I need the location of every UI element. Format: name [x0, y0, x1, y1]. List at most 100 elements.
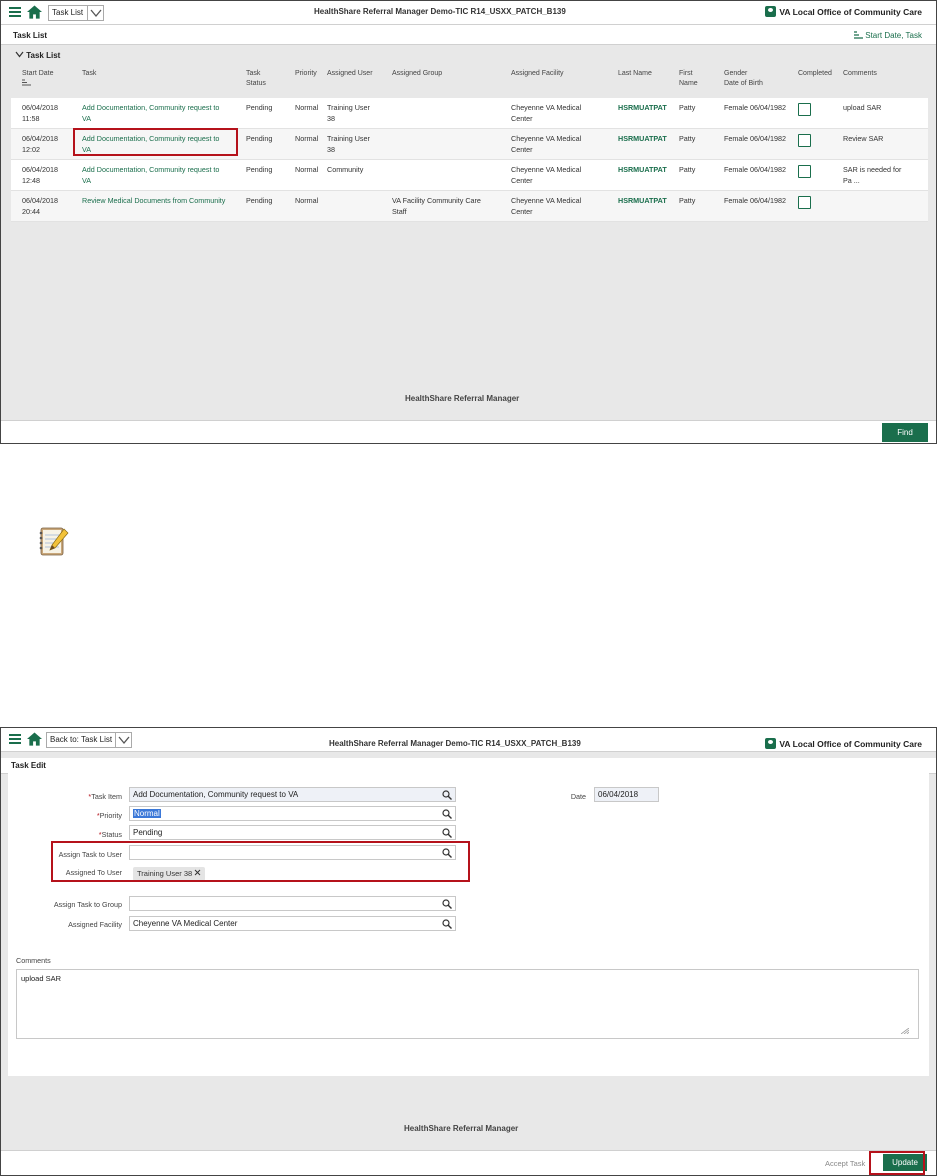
top-bar: Task List HealthShare Referral Manager D…: [1, 1, 936, 25]
app-title: HealthShare Referral Manager Demo-TIC R1…: [314, 7, 566, 16]
accept-task-button[interactable]: Accept Task: [825, 1159, 865, 1168]
chevron-down-icon[interactable]: [87, 6, 103, 20]
cell-task[interactable]: Review Medical Documents from Community: [82, 195, 225, 206]
col-start-date[interactable]: Start Date: [22, 69, 54, 90]
col-comments[interactable]: Comments: [843, 69, 877, 79]
cell-priority-line1: Normal: [295, 103, 319, 112]
search-icon[interactable]: [442, 790, 452, 800]
home-icon[interactable]: [27, 732, 42, 746]
cell-start-date-line2: 11:58: [22, 114, 40, 123]
date-label: Date: [570, 792, 586, 801]
completed-checkbox[interactable]: [798, 103, 811, 116]
chevron-down-icon[interactable]: [115, 733, 131, 747]
date-field[interactable]: 06/04/2018: [594, 787, 659, 802]
resize-handle-icon[interactable]: [901, 1028, 909, 1034]
cell-task[interactable]: Add Documentation, Community request to V…: [82, 164, 219, 186]
search-icon[interactable]: [442, 809, 452, 819]
cell-last-name[interactable]: HSRMUATPAT: [618, 102, 667, 113]
office-label: VA Local Office of Community Care: [765, 738, 922, 749]
status-label: *Status: [48, 830, 122, 839]
completed-checkbox[interactable]: [798, 165, 811, 178]
assign-group-input[interactable]: [129, 896, 456, 911]
col-task-status[interactable]: Task Status: [246, 69, 266, 89]
cell-status-line1: Pending: [246, 103, 273, 112]
cell-start-date-line2: 20:44: [22, 207, 40, 216]
home-icon[interactable]: [27, 5, 42, 19]
comments-textarea[interactable]: upload SAR: [16, 969, 919, 1039]
col-last-name[interactable]: Last Name: [618, 69, 652, 79]
cell-assigned-facility: Cheyenne VA Medical Center: [511, 102, 581, 124]
completed-checkbox[interactable]: [798, 196, 811, 209]
completed-checkbox[interactable]: [798, 134, 811, 147]
user-card-icon: [765, 738, 777, 749]
cell-priority: Normal: [295, 164, 318, 175]
cell-assigned-group-line2: Staff: [392, 207, 407, 216]
cell-last-name[interactable]: HSRMUATPAT: [618, 133, 667, 144]
cell-priority-line1: Normal: [295, 196, 319, 205]
cell-gender-dob: Female 06/04/1982: [724, 195, 786, 206]
cell-last-name-line1: HSRMUATPAT: [618, 103, 667, 112]
table-row[interactable]: 06/04/2018 20:44 Review Medical Documents …: [11, 191, 928, 222]
search-icon[interactable]: [442, 899, 452, 909]
table-row[interactable]: 06/04/2018 11:58 Add Documentation, Commun…: [11, 98, 928, 129]
cell-first-name: Patty: [679, 195, 695, 206]
section-title: Task List: [26, 51, 61, 60]
task-item-field[interactable]: Add Documentation, Community request to …: [129, 787, 456, 802]
cell-gender-dob: Female 06/04/1982: [724, 164, 786, 175]
cell-status: Pending: [246, 102, 272, 113]
cell-assigned-facility: Cheyenne VA Medical Center: [511, 164, 581, 186]
cell-priority: Normal: [295, 133, 318, 144]
cell-task-line1: Add Documentation, Community request to: [82, 165, 220, 174]
cell-gender-dob-line1: Female 06/04/1982: [724, 165, 786, 174]
cell-start-date: 06/04/2018 20:44: [22, 195, 58, 217]
cell-assigned-facility: Cheyenne VA Medical Center: [511, 133, 581, 155]
cell-task[interactable]: Add Documentation, Community request to V…: [82, 102, 219, 124]
cell-assigned-user-line1: Training User: [327, 134, 370, 143]
cell-last-name[interactable]: HSRMUATPAT: [618, 195, 667, 206]
page-header: Task Edit: [1, 758, 936, 774]
priority-field[interactable]: Normal: [129, 806, 456, 821]
col-start-date-label: Start Date: [22, 70, 54, 77]
status-field[interactable]: Pending: [129, 825, 456, 840]
task-list-section-toggle[interactable]: Task List: [15, 51, 60, 60]
find-button[interactable]: Find: [882, 423, 928, 442]
search-icon[interactable]: [442, 828, 452, 838]
sort-link[interactable]: Start Date, Task: [854, 31, 922, 41]
nav-dropdown[interactable]: Task List: [48, 5, 104, 21]
col-first-name[interactable]: First Name: [679, 69, 698, 89]
col-priority[interactable]: Priority: [295, 69, 317, 79]
col-completed[interactable]: Completed: [798, 69, 832, 79]
search-icon[interactable]: [442, 919, 452, 929]
col-assigned-facility[interactable]: Assigned Facility: [511, 69, 564, 79]
cell-last-name-line1: HSRMUATPAT: [618, 165, 667, 174]
col-assigned-group[interactable]: Assigned Group: [392, 69, 442, 79]
cell-last-name-line1: HSRMUATPAT: [618, 196, 667, 205]
col-first-name-line2: Name: [679, 80, 698, 87]
cell-last-name[interactable]: HSRMUATPAT: [618, 164, 667, 175]
task-edit-window: Back to: Task List HealthShare Referral …: [0, 727, 937, 1176]
facility-value: Cheyenne VA Medical Center: [133, 919, 238, 928]
menu-icon[interactable]: [9, 7, 21, 17]
col-task[interactable]: Task: [82, 69, 96, 79]
cell-assigned-user-line2: 38: [327, 145, 335, 154]
nav-dropdown[interactable]: Back to: Task List: [46, 732, 132, 748]
priority-label-text: Priority: [99, 811, 122, 820]
cell-assigned-user-line1: Training User: [327, 103, 370, 112]
cell-assigned-user: Community: [327, 164, 363, 175]
office-name: VA Local Office of Community Care: [779, 7, 922, 17]
notepad-pencil-icon: [39, 527, 69, 556]
col-assigned-user[interactable]: Assigned User: [327, 69, 373, 79]
facility-input[interactable]: Cheyenne VA Medical Center: [129, 916, 456, 931]
office-name: VA Local Office of Community Care: [779, 739, 922, 749]
footer-title: HealthShare Referral Manager: [404, 1124, 519, 1133]
cell-start-date-line2: 12:48: [22, 176, 40, 185]
cell-task-line1: Review Medical Documents from Community: [82, 196, 226, 205]
cell-comments: Review SAR: [843, 133, 883, 144]
col-gender-dob[interactable]: Gender Date of Birth: [724, 69, 763, 89]
page-title: Task Edit: [11, 761, 46, 770]
cell-assigned-group: VA Facility Community Care Staff: [392, 195, 481, 217]
cell-start-date-line2: 12:02: [22, 145, 40, 154]
menu-icon[interactable]: [9, 734, 21, 744]
cell-start-date: 06/04/2018 12:02: [22, 133, 58, 155]
table-row[interactable]: 06/04/2018 12:48 Add Documentation, Commun…: [11, 160, 928, 191]
